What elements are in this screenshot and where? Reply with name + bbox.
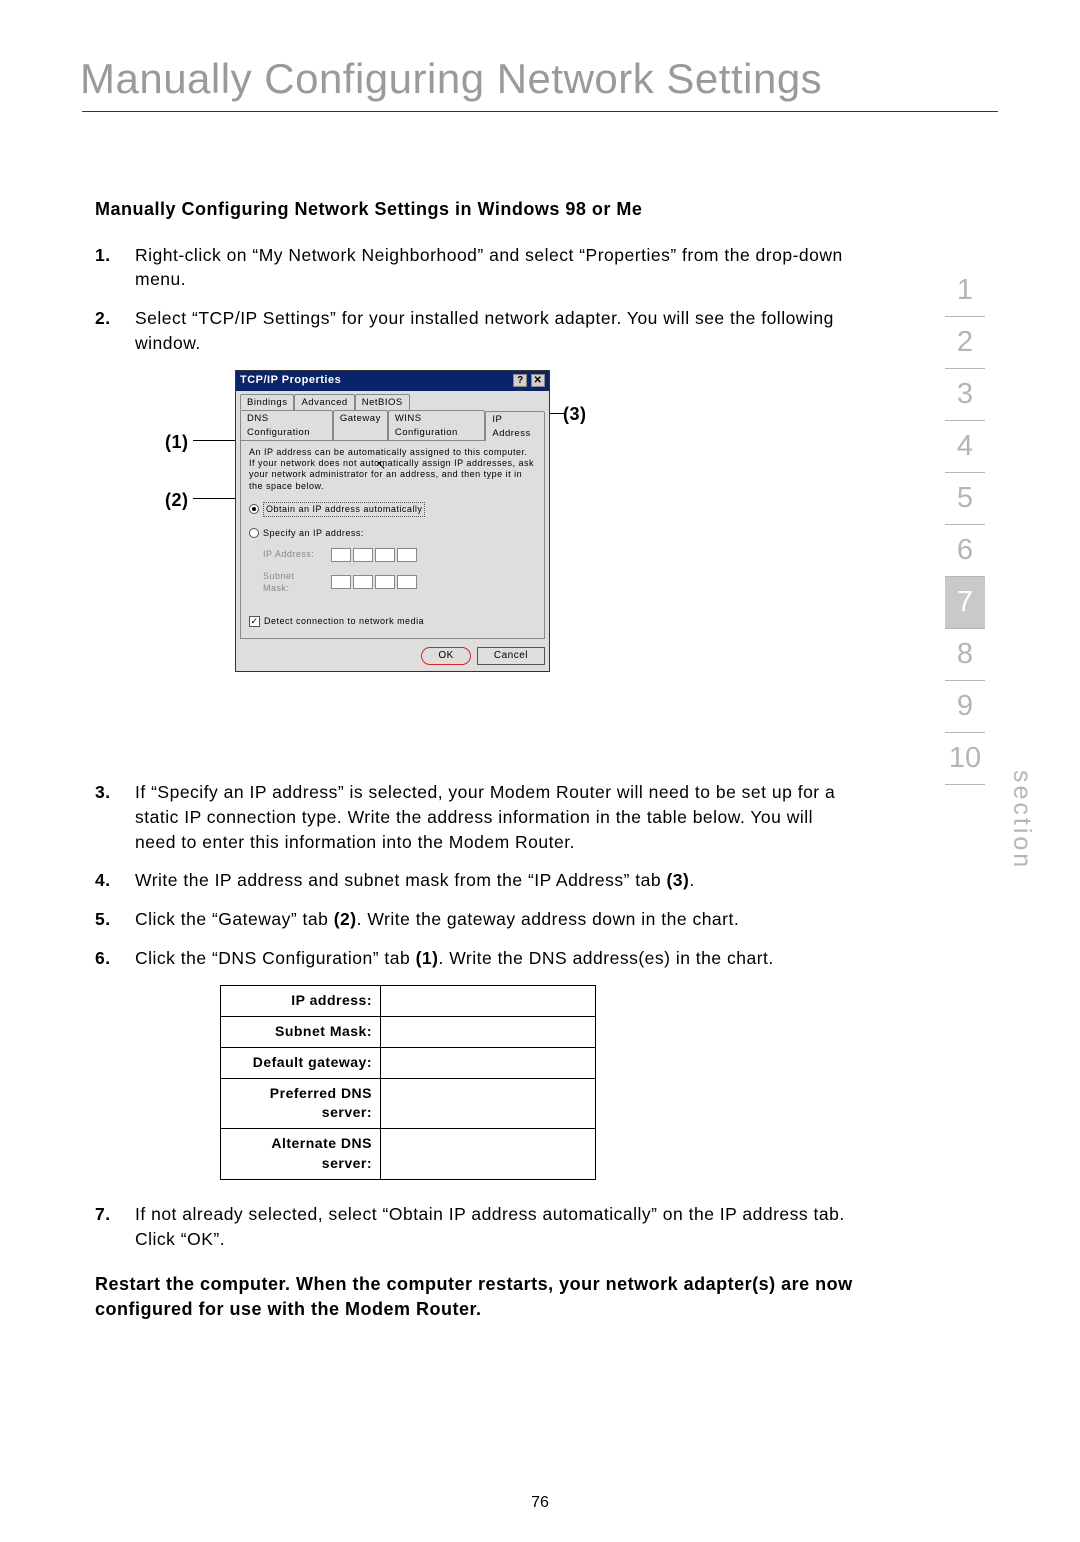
steps-list-cont: 3. If “Specify an IP address” is selecte… [95,780,855,971]
ok-button[interactable]: OK [421,647,470,665]
row-mask-val [381,1016,596,1047]
nav-5[interactable]: 5 [945,473,985,525]
subnet-mask-row: Subnet Mask: [249,570,536,596]
ip-address-label: IP Address: [263,548,323,561]
radio-auto[interactable]: Obtain an IP address automatically [249,502,536,517]
table-row: Default gateway: [221,1047,596,1078]
section-label: section [1007,770,1036,870]
row-ip-label: IP address: [221,985,381,1016]
page-title: Manually Configuring Network Settings [0,0,1080,111]
table-row: Preferred DNS server: [221,1078,596,1129]
step-6-bold: (1) [416,948,439,968]
step-num-7: 7. [95,1202,135,1252]
close-icon[interactable]: ✕ [531,374,545,387]
nav-2[interactable]: 2 [945,317,985,369]
restart-note: Restart the computer. When the computer … [95,1272,855,1322]
row-ip-val [381,985,596,1016]
step-num-1: 1. [95,243,135,293]
step-5-bold: (2) [334,909,357,929]
step-4-pre: Write the IP address and subnet mask fro… [135,870,666,890]
sub-heading: Manually Configuring Network Settings in… [95,197,855,223]
row-mask-label: Subnet Mask: [221,1016,381,1047]
step-2: Select “TCP/IP Settings” for your instal… [135,306,855,356]
row-adns-val [381,1129,596,1180]
detect-checkbox: ✓ [249,616,260,627]
row-gateway-val [381,1047,596,1078]
steps-list: 1. Right-click on “My Network Neighborho… [95,243,855,356]
table-row: Alternate DNS server: [221,1129,596,1180]
ip-address-field[interactable] [331,548,417,562]
subnet-mask-label: Subnet Mask: [263,570,323,596]
subnet-mask-field[interactable] [331,575,417,589]
step-7: If not already selected, select “Obtain … [135,1202,855,1252]
cursor-icon: ↖ [376,457,387,474]
step-6-pre: Click the “DNS Configuration” tab [135,948,416,968]
tcpip-dialog: TCP/IP Properties ? ✕ Bindings Advanced … [235,370,550,672]
dialog-title: TCP/IP Properties [240,373,341,389]
step-5-pre: Click the “Gateway” tab [135,909,334,929]
nav-9[interactable]: 9 [945,681,985,733]
tab-bindings[interactable]: Bindings [240,394,294,410]
step-num-6: 6. [95,946,135,971]
step-3: If “Specify an IP address” is selected, … [135,780,855,855]
dialog-tabs: Bindings Advanced NetBIOS DNS Configurat… [236,391,549,440]
tab-advanced[interactable]: Advanced [294,394,354,410]
step-5: Click the “Gateway” tab (2). Write the g… [135,907,855,932]
callout-1: (1) [165,430,189,456]
dialog-panel: An IP address can be automatically assig… [240,440,545,639]
cancel-button[interactable]: Cancel [477,647,545,665]
table-row: Subnet Mask: [221,1016,596,1047]
nav-1[interactable]: 1 [945,265,985,317]
step-num-5: 5. [95,907,135,932]
nav-4[interactable]: 4 [945,421,985,473]
section-nav: 1 2 3 4 5 6 7 8 9 10 [945,265,985,785]
step-num-4: 4. [95,868,135,893]
nav-6[interactable]: 6 [945,525,985,577]
nav-3[interactable]: 3 [945,369,985,421]
callout-2: (2) [165,488,189,514]
dialog-desc: An IP address can be automatically assig… [249,447,536,492]
step-num-2: 2. [95,306,135,356]
step-5-post: . Write the gateway address down in the … [357,909,740,929]
radio-specify[interactable]: Specify an IP address: [249,527,536,540]
radio-auto-label: Obtain an IP address automatically [263,502,425,517]
row-gateway-label: Default gateway: [221,1047,381,1078]
radio-specify-label: Specify an IP address: [263,527,364,540]
step-4-post: . [689,870,694,890]
row-adns-label: Alternate DNS server: [221,1129,381,1180]
detect-check[interactable]: ✓ Detect connection to network media [249,615,536,628]
step-1: Right-click on “My Network Neighborhood”… [135,243,855,293]
table-row: IP address: [221,985,596,1016]
tab-netbios[interactable]: NetBIOS [355,394,410,410]
help-icon[interactable]: ? [513,374,527,387]
tab-wins-config[interactable]: WINS Configuration [388,410,486,440]
callout-3: (3) [563,402,587,428]
tab-ip-address[interactable]: IP Address [485,411,545,441]
nav-8[interactable]: 8 [945,629,985,681]
ip-info-table: IP address: Subnet Mask: Default gateway… [220,985,596,1180]
radio-specify-dot [249,528,259,538]
tab-dns-config[interactable]: DNS Configuration [240,410,333,440]
radio-auto-dot [249,504,259,514]
step-num-3: 3. [95,780,135,855]
tab-gateway[interactable]: Gateway [333,410,388,440]
row-pdns-label: Preferred DNS server: [221,1078,381,1129]
detect-label: Detect connection to network media [264,615,424,628]
steps-list-final: 7. If not already selected, select “Obta… [95,1202,855,1252]
page-number: 76 [0,1494,1080,1512]
content-area: Manually Configuring Network Settings in… [0,112,1080,1322]
step-6-post: . Write the DNS address(es) in the chart… [438,948,773,968]
ip-address-row: IP Address: [249,548,536,562]
row-pdns-val [381,1078,596,1129]
step-4-bold: (3) [666,870,689,890]
dialog-titlebar: TCP/IP Properties ? ✕ [236,371,549,391]
step-4: Write the IP address and subnet mask fro… [135,868,855,893]
nav-7[interactable]: 7 [945,577,985,629]
tcpip-figure: (1) (2) (3) TCP/IP Properties ? ✕ Bindin… [145,370,615,760]
nav-10[interactable]: 10 [945,733,985,785]
dialog-buttons: OK Cancel [236,647,549,671]
step-6: Click the “DNS Configuration” tab (1). W… [135,946,855,971]
